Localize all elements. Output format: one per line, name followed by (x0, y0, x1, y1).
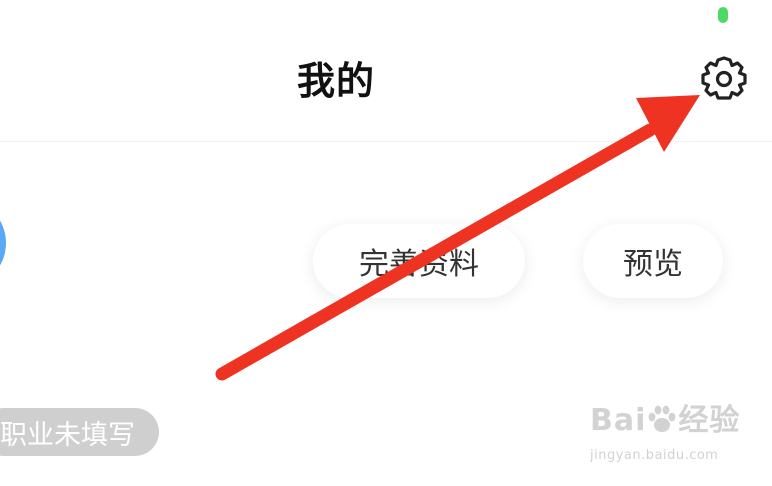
preview-button[interactable]: 预览 (583, 224, 723, 298)
settings-button[interactable] (698, 53, 750, 105)
edit-profile-label: 完善资料 (359, 247, 479, 282)
watermark-url: jingyan.baidu.com (590, 448, 719, 463)
page-title: 我的 (296, 59, 375, 103)
paw-icon (649, 405, 676, 432)
header-divider (0, 141, 772, 142)
avatar[interactable] (0, 198, 6, 288)
edit-profile-button[interactable]: 完善资料 (313, 224, 525, 298)
gear-icon (701, 56, 747, 100)
mine-page: 我的 完善资料 预览 职业未填写 Bai 经验 jingyan.baidu.co… (0, 0, 772, 486)
occupation-tag[interactable]: 职业未填写 (0, 408, 159, 456)
baidu-jingyan-watermark: Bai 经验 jingyan.baidu.com (590, 404, 740, 474)
occupation-tag-label: 职业未填写 (0, 419, 135, 451)
status-indicator (718, 7, 728, 23)
preview-label: 预览 (623, 247, 683, 282)
watermark-logo: Bai 经验 (590, 403, 741, 438)
